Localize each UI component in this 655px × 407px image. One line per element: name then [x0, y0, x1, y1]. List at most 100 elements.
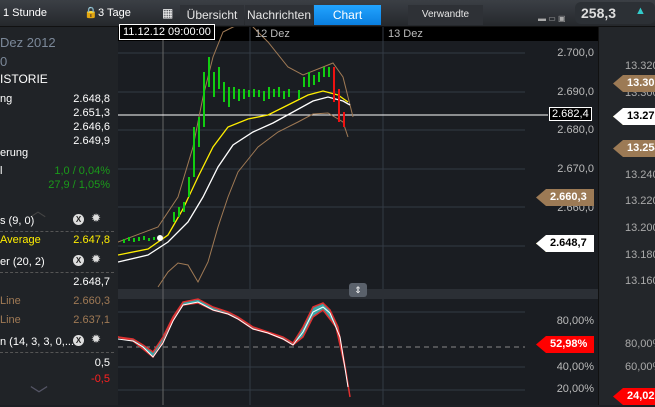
osc-tick: 80,00%	[556, 315, 594, 327]
bollinger-upper-line	[118, 27, 354, 243]
date-label: Dez 2012	[0, 35, 56, 50]
tab-chart[interactable]: Chart	[314, 5, 381, 25]
candle	[223, 82, 225, 102]
chart-area[interactable]: 11.12.12 09:00:00 12 Dez 13 Dez 2.700,0 …	[118, 24, 598, 405]
gear-icon[interactable]: ✹	[91, 211, 101, 225]
candle	[153, 237, 155, 240]
quote-value: 258,3	[581, 5, 617, 21]
candle	[218, 67, 220, 89]
candle	[243, 89, 245, 99]
divider	[0, 352, 114, 353]
indicator-line: Average 2.647,8	[0, 234, 110, 246]
cursor-price-label: 2.682,4	[549, 107, 592, 121]
toolbar: 1 Stunde 🔒 3 Tage ▦ Übersicht Nachrichte…	[0, 0, 655, 27]
interval-select[interactable]: 1 Stunde	[3, 3, 47, 24]
candle	[333, 67, 335, 102]
price-tick: 2.670,0	[557, 163, 594, 175]
candle	[208, 57, 210, 87]
lock-icon[interactable]: 🔒	[84, 3, 98, 24]
candle	[273, 89, 275, 97]
crosshair-point	[157, 235, 163, 241]
remove-icon[interactable]: X	[73, 335, 84, 346]
candle	[323, 67, 325, 77]
candle	[178, 207, 180, 217]
osc-tick: 60,00%	[625, 361, 655, 373]
indicator-line: Line 2.637,1	[0, 314, 110, 326]
related-button[interactable]: Verwandte	[408, 5, 483, 25]
price-tick: 2.680,0	[557, 124, 594, 136]
quote-box: 258,3 ▲	[575, 2, 655, 24]
osc-tick: 20,00%	[556, 383, 594, 395]
remove-icon[interactable]: X	[73, 255, 84, 266]
candle	[303, 77, 305, 87]
left-panel: Dez 2012 0 ISTORIE ng 2.648,8 2.651,3 2.6…	[0, 27, 118, 405]
candle	[233, 87, 235, 99]
candle	[128, 237, 130, 241]
price-tick: 13.220	[625, 195, 655, 207]
candle	[203, 72, 205, 127]
last-price-badge: 2.648,7	[536, 235, 594, 252]
pane-resize-handle[interactable]: ⇕	[349, 283, 367, 297]
osc-badge: 24,02	[613, 388, 655, 405]
last-price-badge: 13.277	[613, 108, 655, 125]
candle	[288, 89, 290, 97]
candle	[318, 72, 320, 82]
candle	[173, 212, 175, 222]
candle	[193, 127, 195, 177]
bollinger-middle-line	[118, 96, 351, 263]
gear-icon[interactable]: ✹	[91, 252, 101, 266]
indicator-line: 0,5	[94, 357, 110, 369]
candle	[143, 236, 145, 240]
osc-tick: 40,00%	[556, 361, 594, 373]
time-axis: 11.12.12 09:00:00 12 Dez 13 Dez	[118, 24, 598, 41]
candle	[198, 117, 200, 147]
candle	[298, 90, 300, 99]
candle	[238, 89, 240, 101]
lower-band-badge: 13.254	[613, 140, 655, 157]
scroll-down-icon[interactable]: ﹀	[30, 381, 48, 407]
bollinger-lower-line	[157, 112, 349, 288]
section-title: ISTORIE	[0, 72, 48, 86]
indicator-line: 2.648,7	[73, 276, 110, 288]
date-label: 12 Dez	[255, 28, 290, 40]
up-arrow-icon: ▲	[635, 5, 646, 17]
stochastic-k-line	[118, 298, 351, 398]
candle	[138, 237, 140, 241]
tab-news[interactable]: Nachrichten	[245, 5, 313, 25]
price-tick: 13.320	[625, 60, 655, 72]
osc-tick: 80,00%	[625, 338, 655, 350]
change-row: 27,9 / 1,05%	[48, 179, 110, 191]
candle	[343, 112, 345, 127]
price-tick: 13.200	[625, 222, 655, 234]
moving-average-line	[118, 90, 349, 256]
tab-overview[interactable]: Übersicht	[180, 5, 244, 25]
upper-band-badge: 2.660,3	[536, 189, 594, 206]
candle	[123, 239, 125, 243]
price-tick: 13.180	[625, 249, 655, 261]
range-select[interactable]: 3 Tage	[98, 3, 131, 24]
candle	[328, 67, 330, 77]
candle	[283, 91, 285, 99]
candle	[133, 238, 135, 242]
price-tick: 13.240	[625, 169, 655, 181]
candle	[213, 72, 215, 97]
candle	[278, 87, 280, 97]
price-tick: 13.160	[625, 275, 655, 287]
candle	[308, 72, 310, 87]
window-controls[interactable]: ▬ ▭ ▣	[538, 8, 566, 29]
gear-icon[interactable]: ✹	[91, 332, 101, 346]
indicator-line: Line 2.660,3	[0, 295, 110, 307]
candle	[338, 89, 340, 122]
candle	[263, 91, 265, 101]
remove-icon[interactable]: X	[73, 214, 84, 225]
candle	[268, 87, 270, 99]
price-tick: 2.690,0	[557, 86, 594, 98]
candle	[253, 89, 255, 97]
candle	[183, 202, 185, 212]
candle	[148, 238, 150, 241]
price-tick: 2.700,0	[557, 47, 594, 59]
candlesticks	[123, 57, 345, 243]
candle	[188, 177, 190, 197]
calendar-icon[interactable]: ▦	[162, 3, 173, 24]
osc-badge: 52,98%	[536, 336, 594, 353]
